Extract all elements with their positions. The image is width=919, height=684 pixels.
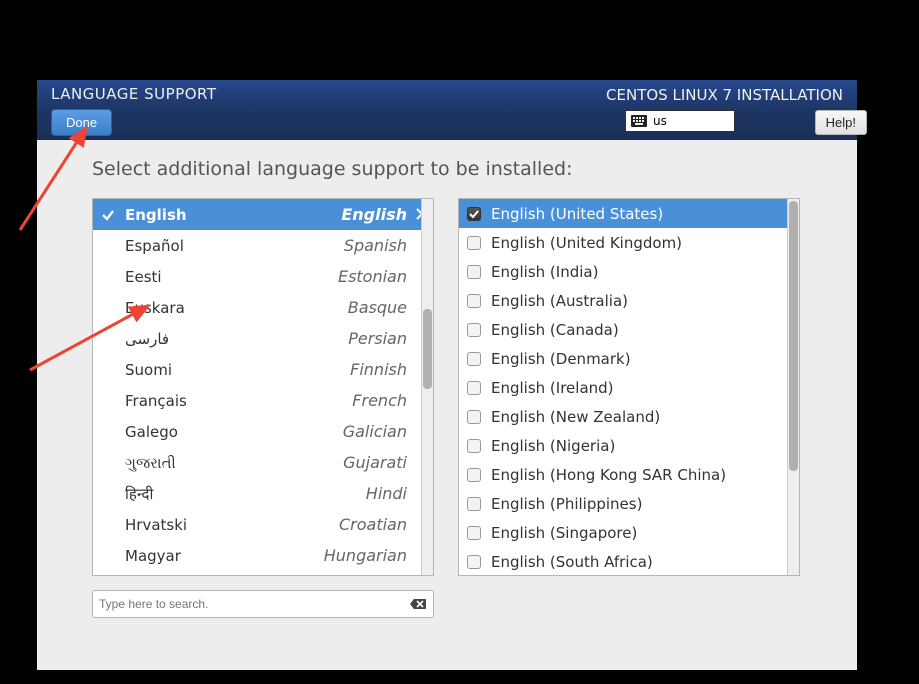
language-row[interactable]: GalegoGalician <box>93 416 433 447</box>
scrollbar-thumb[interactable] <box>423 309 432 389</box>
locale-row[interactable]: English (India) <box>459 257 799 286</box>
language-english-name: French <box>352 391 407 410</box>
locale-label: English (United States) <box>491 205 663 223</box>
language-native-name: Euskara <box>121 299 348 317</box>
locale-checkbox[interactable] <box>467 468 481 482</box>
language-english-name: Basque <box>348 298 407 317</box>
language-row[interactable]: EuskaraBasque <box>93 292 433 323</box>
locale-checkbox[interactable] <box>467 555 481 569</box>
done-button[interactable]: Done <box>51 109 112 136</box>
header-bar: LANGUAGE SUPPORT Done CENTOS LINUX 7 INS… <box>37 80 857 140</box>
locale-label: English (Canada) <box>491 321 619 339</box>
locale-checkbox[interactable] <box>467 352 481 366</box>
language-native-name: Eesti <box>121 268 338 286</box>
language-english-name: Estonian <box>338 267 407 286</box>
locale-row[interactable]: English (Denmark) <box>459 344 799 373</box>
language-row[interactable]: ગુજરાતીGujarati <box>93 447 433 478</box>
clear-search-icon[interactable] <box>409 596 427 612</box>
locale-label: English (United Kingdom) <box>491 234 682 252</box>
locale-label: English (South Africa) <box>491 553 653 571</box>
instruction-text: Select additional language support to be… <box>92 158 839 180</box>
language-scrollbar[interactable] <box>421 199 433 575</box>
language-row[interactable]: SuomiFinnish <box>93 354 433 385</box>
locale-label: English (Hong Kong SAR China) <box>491 466 726 484</box>
locale-checkbox[interactable] <box>467 381 481 395</box>
language-list-panel: EnglishEnglishEspañolSpanishEestiEstonia… <box>92 198 434 576</box>
search-box[interactable] <box>92 590 434 618</box>
locale-row[interactable]: English (Philippines) <box>459 489 799 518</box>
language-native-name: فارسی <box>121 330 348 348</box>
locale-row[interactable]: English (United States) <box>459 199 799 228</box>
language-native-name: Hrvatski <box>121 516 339 534</box>
language-english-name: Persian <box>348 329 407 348</box>
language-row[interactable]: FrançaisFrench <box>93 385 433 416</box>
language-english-name: Galician <box>343 422 407 441</box>
language-native-name: Galego <box>121 423 343 441</box>
language-english-name: English <box>341 205 407 224</box>
keyboard-icon <box>631 115 647 127</box>
language-english-name: Hungarian <box>324 546 407 565</box>
locale-label: English (Nigeria) <box>491 437 615 455</box>
locale-scrollbar[interactable] <box>787 199 799 575</box>
language-row[interactable]: EspañolSpanish <box>93 230 433 261</box>
language-native-name: हिन्दी <box>121 484 366 504</box>
locale-label: English (Ireland) <box>491 379 614 397</box>
locale-label: English (Australia) <box>491 292 628 310</box>
panels-row: EnglishEnglishEspañolSpanishEestiEstonia… <box>92 198 839 576</box>
language-english-name: Hindi <box>366 484 407 503</box>
language-english-name: Spanish <box>344 236 407 255</box>
locale-row[interactable]: English (Australia) <box>459 286 799 315</box>
language-english-name: Finnish <box>350 360 407 379</box>
language-native-name: Suomi <box>121 361 350 379</box>
language-list[interactable]: EnglishEnglishEspañolSpanishEestiEstonia… <box>93 199 433 575</box>
locale-checkbox[interactable] <box>467 497 481 511</box>
language-row[interactable]: HrvatskiCroatian <box>93 509 433 540</box>
language-english-name: Gujarati <box>343 453 407 472</box>
language-native-name: English <box>121 206 341 224</box>
locale-row[interactable]: English (Hong Kong SAR China) <box>459 460 799 489</box>
distro-label: CENTOS LINUX 7 INSTALLATION <box>606 86 843 104</box>
locale-checkbox[interactable] <box>467 323 481 337</box>
locale-row[interactable]: English (Ireland) <box>459 373 799 402</box>
locale-label: English (Philippines) <box>491 495 642 513</box>
check-icon <box>101 208 121 222</box>
locale-checkbox[interactable] <box>467 526 481 540</box>
locale-row[interactable]: English (New Zealand) <box>459 402 799 431</box>
locale-row[interactable]: English (South Africa) <box>459 547 799 575</box>
locale-checkbox[interactable] <box>467 207 481 221</box>
language-row[interactable]: EestiEstonian <box>93 261 433 292</box>
locale-checkbox[interactable] <box>467 410 481 424</box>
keyboard-layout-code: us <box>653 114 667 128</box>
locale-checkbox[interactable] <box>467 439 481 453</box>
content-area: Select additional language support to be… <box>37 140 857 628</box>
language-native-name: ગુજરાતી <box>121 454 343 472</box>
language-native-name: Español <box>121 237 344 255</box>
language-row[interactable]: MagyarHungarian <box>93 540 433 571</box>
locale-checkbox[interactable] <box>467 236 481 250</box>
locale-label: English (India) <box>491 263 598 281</box>
locale-checkbox[interactable] <box>467 294 481 308</box>
locale-row[interactable]: English (Nigeria) <box>459 431 799 460</box>
keyboard-layout-indicator[interactable]: us <box>625 110 735 132</box>
language-native-name: Français <box>121 392 352 410</box>
locale-label: English (New Zealand) <box>491 408 660 426</box>
language-row[interactable]: EnglishEnglish <box>93 199 433 230</box>
scrollbar-thumb[interactable] <box>789 201 798 471</box>
help-button[interactable]: Help! <box>815 110 867 135</box>
search-input[interactable] <box>99 597 409 611</box>
locale-row[interactable]: English (Singapore) <box>459 518 799 547</box>
installer-window: LANGUAGE SUPPORT Done CENTOS LINUX 7 INS… <box>37 80 857 670</box>
language-english-name: Croatian <box>339 515 407 534</box>
locale-list-panel: English (United States) English (United K… <box>458 198 800 576</box>
locale-row[interactable]: English (United Kingdom) <box>459 228 799 257</box>
locale-checkbox[interactable] <box>467 265 481 279</box>
locale-label: English (Denmark) <box>491 350 631 368</box>
language-row[interactable]: فارسیPersian <box>93 323 433 354</box>
locale-label: English (Singapore) <box>491 524 637 542</box>
language-row[interactable]: हिन्दीHindi <box>93 478 433 509</box>
locale-row[interactable]: English (Canada) <box>459 315 799 344</box>
language-native-name: Magyar <box>121 547 324 565</box>
locale-list[interactable]: English (United States) English (United K… <box>459 199 799 575</box>
